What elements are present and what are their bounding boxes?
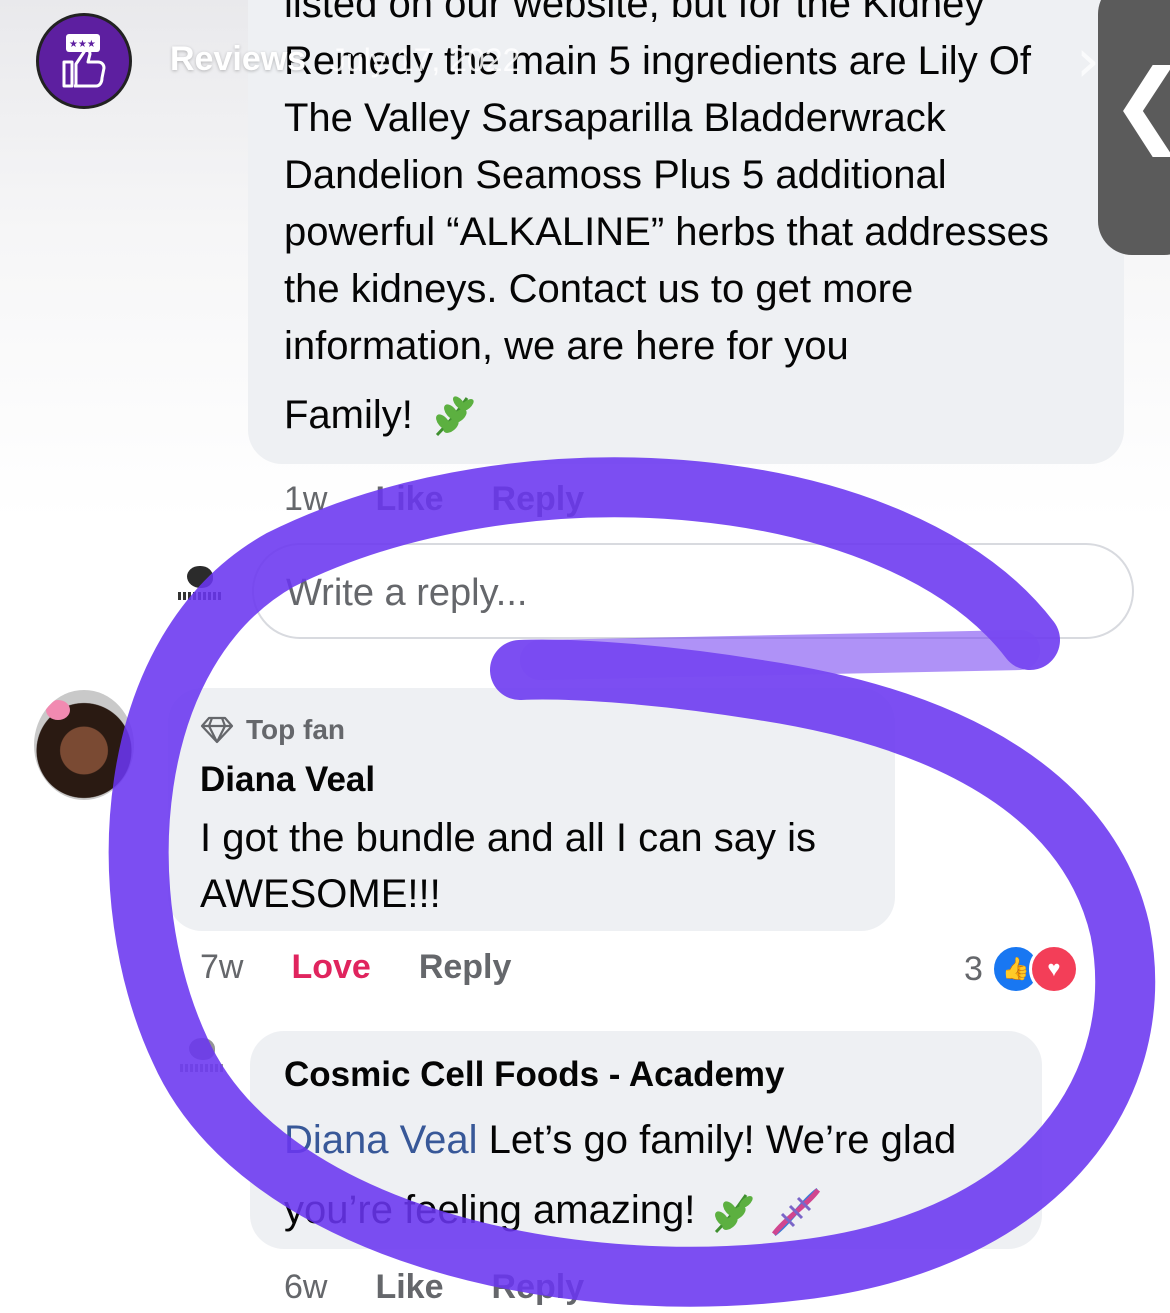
comment-3-like-button[interactable]: Like bbox=[375, 1268, 443, 1307]
comment-3-text: Diana Veal Let’s go family! We’re glad y… bbox=[284, 1105, 1024, 1245]
love-reaction-icon: ♥ bbox=[1028, 944, 1079, 994]
comment-1-reply-button[interactable]: Reply bbox=[492, 480, 585, 519]
comment-1-family-line: Family! bbox=[284, 390, 477, 440]
comment-3-text-part1: Let’s go family! We’re glad bbox=[477, 1118, 957, 1162]
diamond-icon bbox=[200, 716, 234, 744]
comment-2-love-button[interactable]: Love bbox=[291, 948, 370, 987]
comment-2-time: 7w bbox=[200, 948, 244, 986]
comment-3-author[interactable]: Cosmic Cell Foods - Academy bbox=[284, 1055, 785, 1095]
page-avatar[interactable]: ★★★ bbox=[36, 13, 132, 109]
comment-1-meta: 1w Like Reply bbox=[284, 480, 584, 519]
back-chevron-icon[interactable]: ❮ bbox=[1110, 50, 1170, 157]
herb-icon bbox=[435, 396, 474, 437]
comment-3-meta: 6w Like Reply bbox=[284, 1268, 584, 1307]
comment-2-text: I got the bundle and all I can say is AW… bbox=[200, 816, 816, 916]
page-logo-small bbox=[174, 566, 226, 616]
page-logo-small-2 bbox=[176, 1038, 228, 1088]
comment-1-time: 1w bbox=[284, 480, 328, 518]
story-title: Reviews bbox=[170, 40, 307, 78]
comment-3-reply-button[interactable]: Reply bbox=[492, 1268, 585, 1307]
comment-3-mention[interactable]: Diana Veal bbox=[284, 1118, 477, 1162]
comment-2-author[interactable]: Diana Veal bbox=[200, 760, 375, 800]
comment-3-text-part2: you’re feeling amazing! bbox=[284, 1188, 696, 1232]
chevron-right-icon[interactable]: › bbox=[1076, 26, 1100, 96]
comment-3-time: 6w bbox=[284, 1268, 328, 1306]
comment-2-reply-button[interactable]: Reply bbox=[419, 948, 512, 987]
reaction-count: 3 bbox=[964, 949, 983, 988]
comment-1-family-text: Family! bbox=[284, 392, 413, 437]
reply-input-placeholder: Write a reply... bbox=[286, 572, 528, 614]
herb-icon bbox=[715, 1194, 754, 1234]
dna-icon bbox=[771, 1188, 820, 1237]
story-date: July 17, 2022 bbox=[330, 42, 521, 78]
comment-2-meta: 7w Love Reply bbox=[200, 948, 511, 987]
svg-text:★★★: ★★★ bbox=[69, 39, 96, 50]
comment-1-like-button[interactable]: Like bbox=[375, 480, 443, 519]
avatar[interactable] bbox=[34, 690, 134, 800]
top-fan-label: Top fan bbox=[246, 714, 346, 745]
reaction-summary[interactable]: 3 👍 ♥ bbox=[964, 944, 1079, 994]
thumbs-up-icon: ★★★ bbox=[62, 34, 106, 88]
top-fan-badge: Top fan bbox=[200, 714, 345, 746]
